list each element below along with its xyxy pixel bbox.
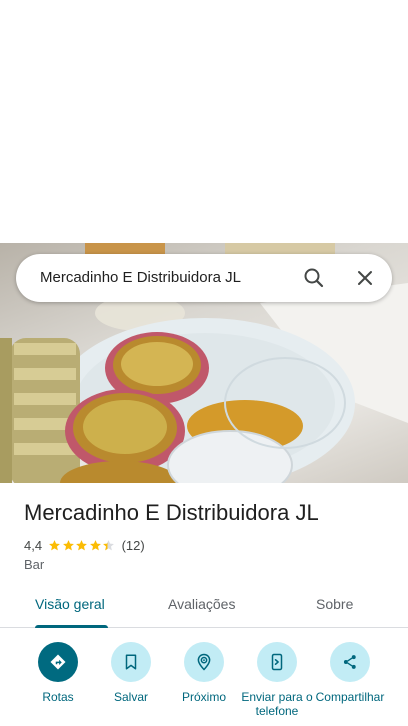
directions-button[interactable]: Rotas [20, 640, 96, 704]
reviews-count: (12) [121, 537, 145, 553]
rating-stars [48, 539, 116, 552]
place-category: Bar [24, 557, 45, 572]
map-area-blank [0, 0, 408, 243]
tab-bar: Visão geral Avaliações Sobre [0, 584, 408, 628]
tart-2 [65, 389, 185, 473]
nearby-icon [197, 653, 211, 671]
save-button[interactable]: Salvar [93, 640, 169, 704]
save-label: Salvar [113, 690, 148, 704]
close-icon[interactable] [353, 266, 377, 290]
tab-active-indicator [35, 625, 108, 628]
tab-reviews[interactable]: Avaliações [168, 596, 235, 612]
share-button[interactable]: Compartilhar [312, 640, 388, 704]
send-to-phone-label: Enviar para o telefone [241, 690, 313, 718]
directions-icon [50, 654, 66, 670]
bookmark-icon [125, 654, 137, 670]
share-icon [343, 655, 356, 669]
place-title: Mercadinho E Distribuidora JL [24, 500, 319, 525]
rating-row[interactable]: 4,4 (12) [24, 536, 145, 554]
star-icon [62, 539, 74, 550]
share-label: Compartilhar [315, 690, 385, 704]
directions-label: Rotas [42, 690, 74, 704]
nearby-label: Próximo [181, 690, 226, 704]
rolls [0, 338, 80, 483]
rating-value: 4,4 [24, 537, 43, 553]
tab-overview[interactable]: Visão geral [35, 596, 105, 612]
send-to-phone-button[interactable]: Enviar para o telefone [239, 640, 315, 718]
search-bar[interactable]: Mercadinho E Distribuidora JL [16, 254, 392, 302]
star-icon [89, 539, 101, 550]
search-input[interactable]: Mercadinho E Distribuidora JL [40, 269, 241, 286]
star-icon [76, 539, 87, 550]
send-to-phone-icon [271, 653, 283, 671]
nearby-button[interactable]: Próximo [166, 640, 242, 704]
action-bar: Rotas Salvar Próximo Enviar para o telef… [0, 640, 408, 726]
star-icon [49, 539, 60, 550]
star-icon [103, 539, 114, 550]
search-icon[interactable] [302, 266, 326, 290]
tab-about[interactable]: Sobre [316, 596, 353, 612]
